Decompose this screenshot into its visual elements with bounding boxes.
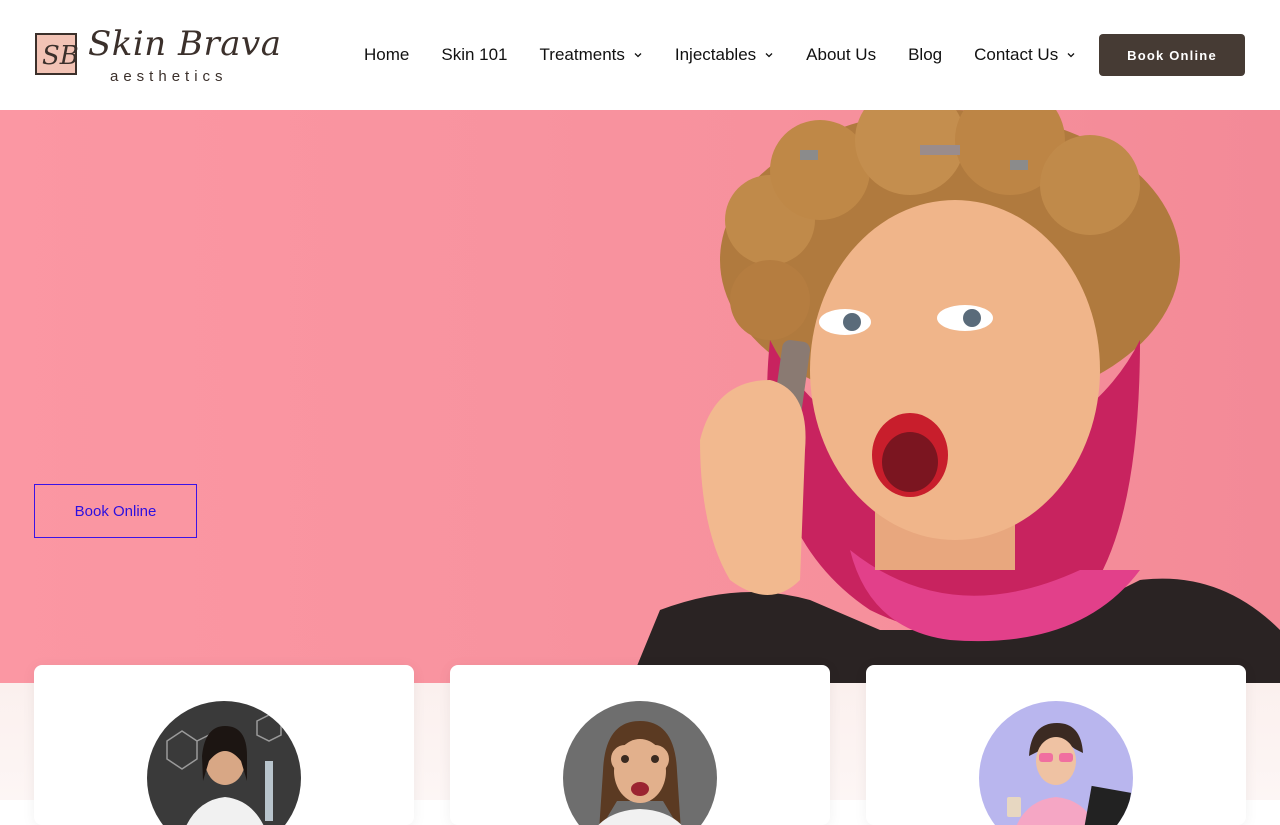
brand-tagline: aesthetics <box>110 68 228 85</box>
monogram-text: SB <box>42 41 79 71</box>
book-online-button[interactable]: Book Online <box>1099 34 1245 76</box>
nav-item-home[interactable]: Home <box>348 40 425 70</box>
nav-item-label: Skin 101 <box>441 45 508 64</box>
hero-woman-image <box>630 110 1280 683</box>
nav-item-skin-101[interactable]: Skin 101 <box>425 40 523 70</box>
nav-item-label: Contact Us <box>974 45 1059 64</box>
nav-item-label: Injectables <box>674 45 757 64</box>
goggles-gesture-avatar-image <box>563 701 717 825</box>
logo[interactable]: SB Skin Brava aesthetics <box>34 24 281 86</box>
hero-banner: Book Online <box>0 110 1280 683</box>
nav-item-label: Blog <box>908 45 943 64</box>
chevron-down-icon <box>1067 53 1075 58</box>
nav-item-treatments[interactable]: Treatments <box>524 40 659 70</box>
service-card[interactable] <box>866 665 1246 825</box>
nav-item-label: Treatments <box>539 45 625 64</box>
chevron-down-icon <box>634 53 642 58</box>
hero-book-online-button[interactable]: Book Online <box>34 484 197 538</box>
scientist-avatar-image <box>147 701 301 825</box>
service-card[interactable] <box>450 665 830 825</box>
nav-item-about-us[interactable]: About Us <box>790 40 892 70</box>
nav-item-injectables[interactable]: Injectables <box>659 40 790 70</box>
brand-name: Skin Brava <box>88 24 282 64</box>
nav-item-label: About Us <box>806 45 877 64</box>
service-card[interactable] <box>34 665 414 825</box>
nav-item-label: Home <box>364 45 410 64</box>
main-nav: Home Skin 101 Treatments Injectables Abo… <box>348 40 1092 70</box>
nav-item-blog[interactable]: Blog <box>892 40 958 70</box>
monogram-icon: SB <box>35 33 79 75</box>
site-header: SB Skin Brava aesthetics Home Skin 101 T… <box>0 0 1280 110</box>
chevron-down-icon <box>765 53 773 58</box>
coffee-laptop-avatar-image <box>979 701 1133 825</box>
nav-item-contact-us[interactable]: Contact Us <box>958 40 1092 70</box>
